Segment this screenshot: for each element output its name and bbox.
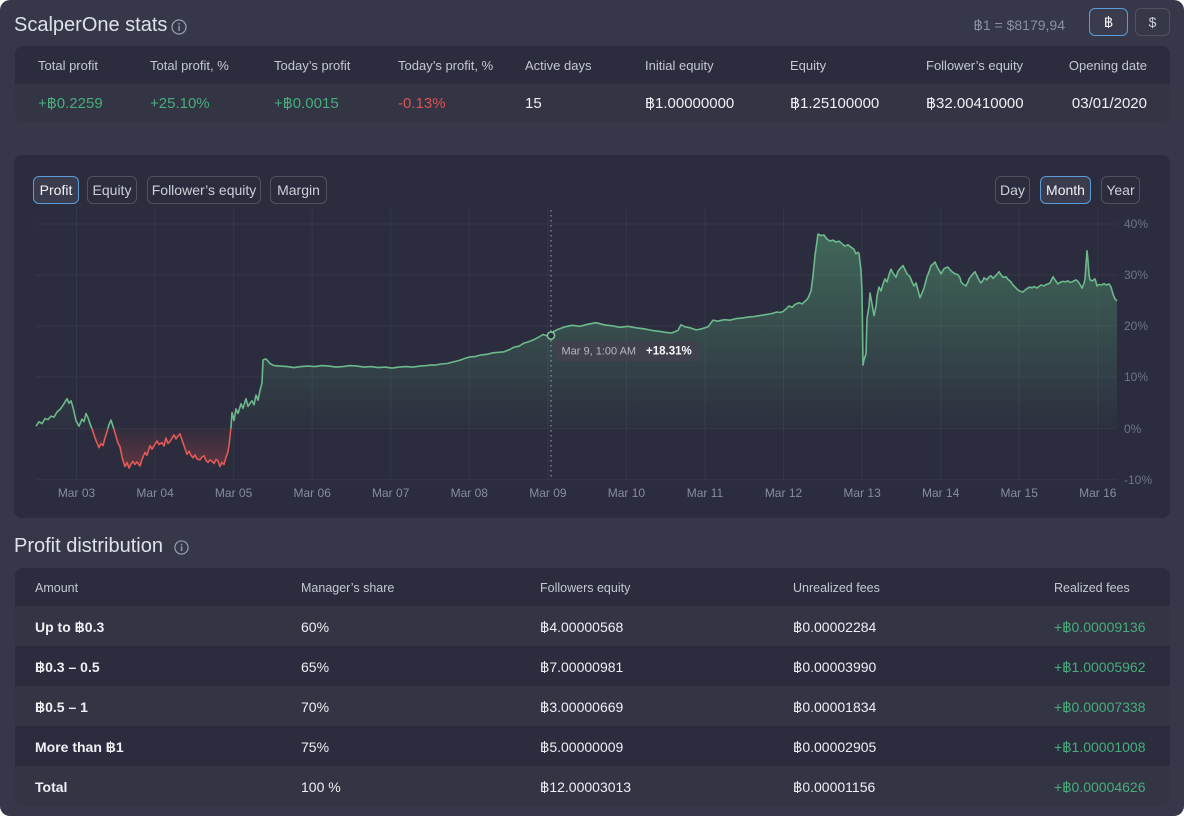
svg-text:Mar 08: Mar 08 xyxy=(451,486,489,500)
svg-text:Mar 06: Mar 06 xyxy=(294,486,332,500)
svg-text:Mar 9, 1:00 AM: Mar 9, 1:00 AM xyxy=(562,346,637,358)
svg-text:Mar 04: Mar 04 xyxy=(136,486,174,500)
svg-text:Mar 11: Mar 11 xyxy=(687,486,724,500)
svg-text:Mar 09: Mar 09 xyxy=(529,486,567,500)
svg-text:Mar 05: Mar 05 xyxy=(215,486,253,500)
svg-text:Mar 13: Mar 13 xyxy=(843,486,881,500)
svg-text:-10%: -10% xyxy=(1124,473,1152,487)
svg-text:Mar 07: Mar 07 xyxy=(372,486,410,500)
svg-text:Mar 15: Mar 15 xyxy=(1001,486,1039,500)
svg-text:10%: 10% xyxy=(1124,370,1148,384)
svg-text:Mar 03: Mar 03 xyxy=(58,486,96,500)
svg-text:Mar 14: Mar 14 xyxy=(922,486,960,500)
svg-text:+18.31%: +18.31% xyxy=(646,346,692,358)
svg-text:30%: 30% xyxy=(1124,268,1148,282)
svg-text:Mar 16: Mar 16 xyxy=(1079,486,1117,500)
svg-text:Mar 10: Mar 10 xyxy=(608,486,646,500)
svg-text:0%: 0% xyxy=(1124,422,1142,436)
svg-text:40%: 40% xyxy=(1124,217,1148,231)
svg-text:20%: 20% xyxy=(1124,319,1148,333)
svg-text:Mar 12: Mar 12 xyxy=(765,486,803,500)
